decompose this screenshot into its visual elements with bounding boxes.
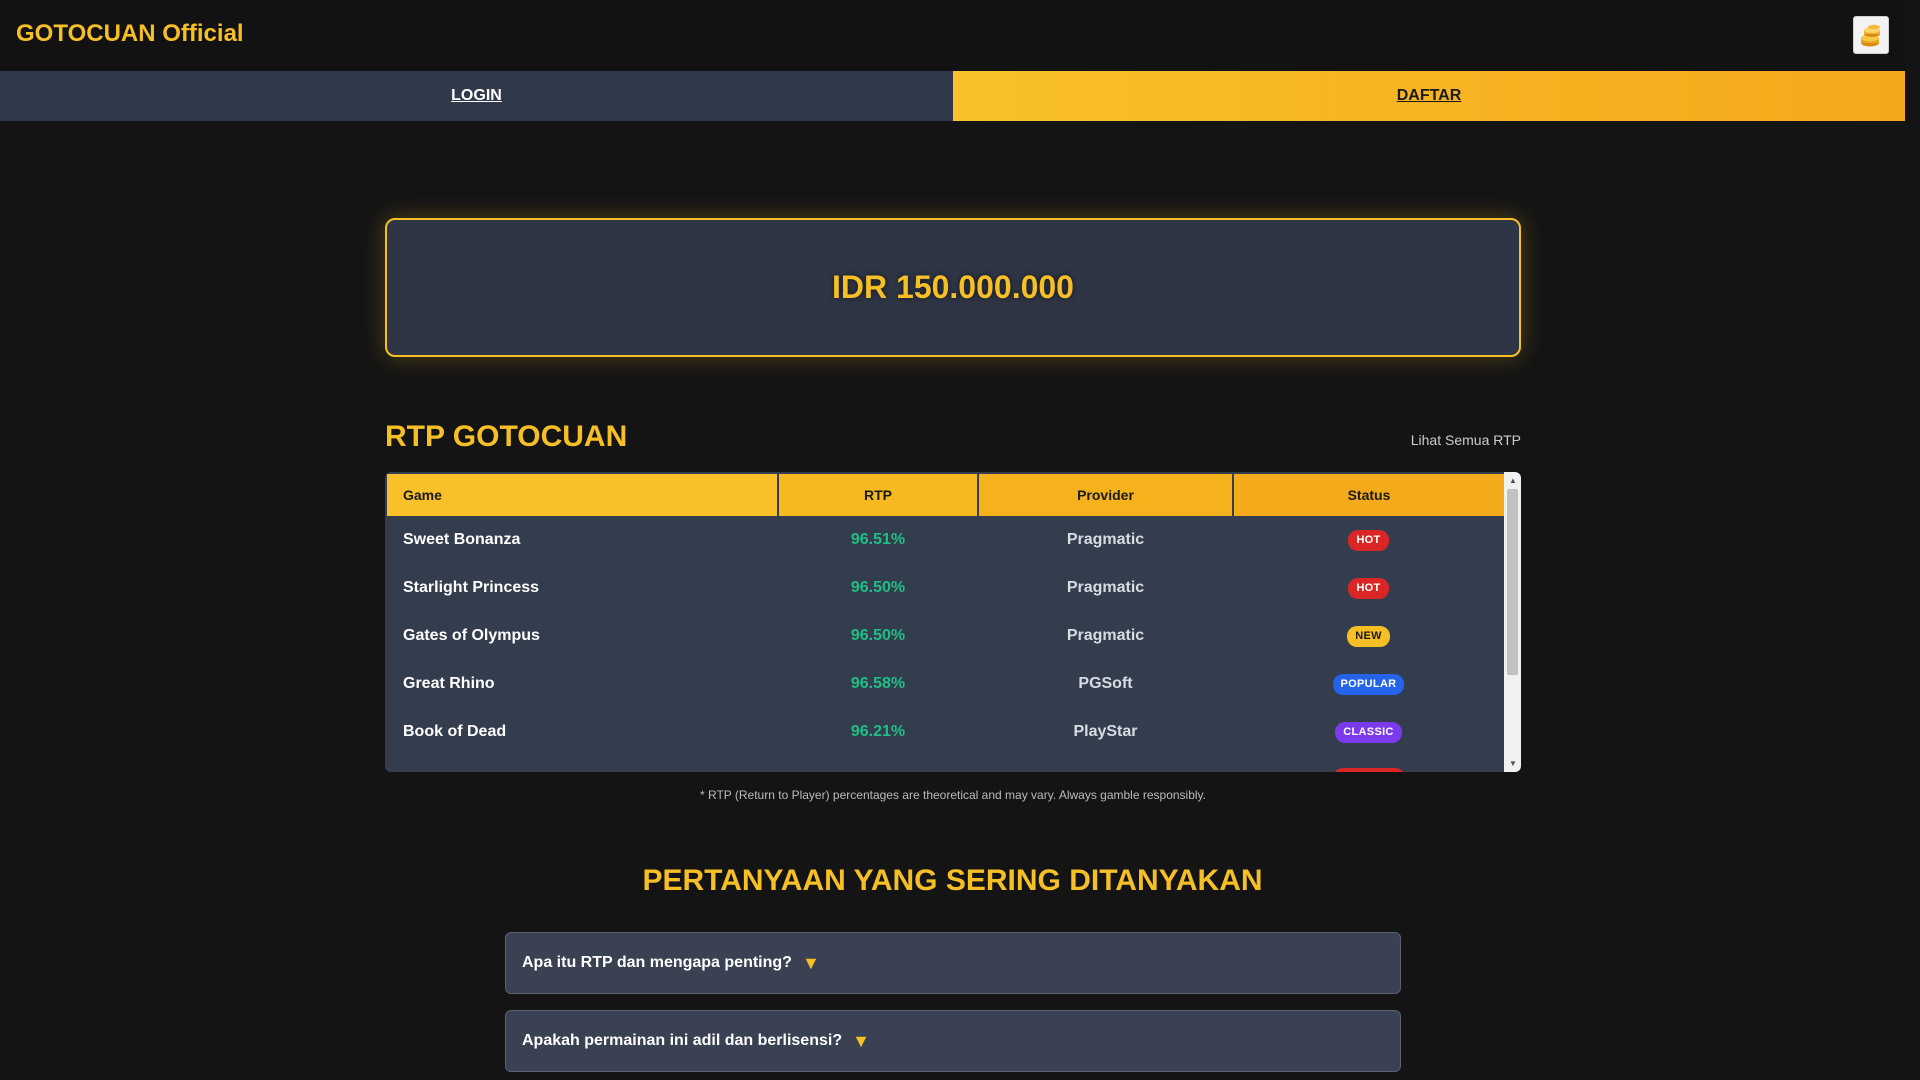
status-badge: HOT bbox=[1348, 577, 1389, 599]
scrollbar-thumb[interactable] bbox=[1507, 489, 1518, 675]
daftar-button[interactable]: DAFTAR bbox=[953, 71, 1905, 121]
brand-title[interactable]: GOTOCUAN Official bbox=[16, 20, 244, 48]
coin-stack-icon bbox=[1861, 24, 1880, 47]
table-row: Great Rhino 96.58% PGSoft POPULAR bbox=[387, 660, 1504, 708]
faq-title: PERTANYAAN YANG SERING DITANYAKAN bbox=[642, 864, 1263, 897]
page: GOTOCUAN Official LOGIN DAFTAR IDR 150.0… bbox=[0, 0, 1905, 1080]
game-name: Gates of Olympus bbox=[387, 612, 778, 660]
table-row: Sweet Bonanza 96.51% Pragmatic HOT bbox=[387, 516, 1504, 564]
jackpot-amount: IDR 150.000.000 bbox=[832, 269, 1074, 305]
column-rtp: RTP bbox=[778, 474, 979, 516]
provider-name-partial bbox=[978, 756, 1233, 772]
login-button[interactable]: LOGIN bbox=[0, 71, 953, 121]
status-badge-partial bbox=[1332, 767, 1405, 772]
rtp-table: Game RTP Provider Status Sweet Bonanza 9… bbox=[387, 474, 1504, 772]
top-bar: GOTOCUAN Official bbox=[0, 0, 1905, 71]
game-name: Sweet Bonanza bbox=[387, 516, 778, 564]
provider-name: Pragmatic bbox=[978, 564, 1233, 612]
provider-name: PlayStar bbox=[978, 708, 1233, 756]
caret-down-icon: ▼ bbox=[852, 1030, 870, 1051]
view-all-rtp-link[interactable]: Lihat Semua RTP bbox=[1411, 432, 1521, 448]
scroll-up-icon[interactable]: ▲ bbox=[1509, 476, 1517, 485]
game-name-partial bbox=[387, 756, 778, 772]
column-game: Game bbox=[387, 474, 779, 516]
provider-name: Pragmatic bbox=[978, 516, 1233, 564]
rtp-value-partial bbox=[778, 756, 978, 772]
table-row-partial bbox=[387, 756, 1504, 772]
rtp-value: 96.51% bbox=[778, 516, 978, 564]
status-badge: HOT bbox=[1348, 529, 1389, 551]
rtp-table-header: Game RTP Provider Status bbox=[387, 474, 1504, 516]
rtp-table-scroll: Game RTP Provider Status Sweet Bonanza 9… bbox=[387, 474, 1504, 772]
provider-name: PGSoft bbox=[978, 660, 1233, 708]
table-row: Book of Dead 96.21% PlayStar CLASSIC bbox=[387, 708, 1504, 756]
rtp-value: 96.50% bbox=[778, 612, 978, 660]
rtp-value: 96.58% bbox=[778, 660, 978, 708]
faq-item[interactable]: Apa itu RTP dan mengapa penting? ▼ bbox=[505, 932, 1401, 994]
coin-button[interactable] bbox=[1853, 16, 1889, 54]
table-row: Starlight Princess 96.50% Pragmatic HOT bbox=[387, 564, 1504, 612]
status-badge: NEW bbox=[1347, 625, 1390, 647]
scroll-down-icon[interactable]: ▼ bbox=[1509, 759, 1517, 768]
rtp-disclaimer: * RTP (Return to Player) percentages are… bbox=[699, 788, 1206, 802]
rtp-value: 96.21% bbox=[778, 708, 978, 756]
caret-down-icon: ▼ bbox=[801, 952, 820, 973]
table-scrollbar[interactable]: ▲ ▼ bbox=[1504, 472, 1521, 772]
jackpot-panel: IDR 150.000.000 bbox=[385, 218, 1521, 357]
faq-question: Apakah permainan ini adil dan berlisensi… bbox=[522, 1032, 843, 1049]
game-name: Book of Dead bbox=[387, 708, 778, 756]
rtp-title: RTP GOTOCUAN bbox=[385, 420, 628, 453]
faq-question: Apa itu RTP dan mengapa penting? bbox=[522, 954, 792, 971]
status-partial-cell bbox=[1233, 756, 1504, 772]
status-badge: POPULAR bbox=[1332, 673, 1405, 695]
provider-name: Pragmatic bbox=[978, 612, 1233, 660]
game-name: Great Rhino bbox=[387, 660, 778, 708]
faq-item[interactable]: Apakah permainan ini adil dan berlisensi… bbox=[505, 1010, 1401, 1072]
auth-bar: LOGIN DAFTAR bbox=[0, 71, 1905, 121]
column-provider: Provider bbox=[978, 474, 1234, 516]
rtp-table-container[interactable]: Game RTP Provider Status Sweet Bonanza 9… bbox=[385, 472, 1521, 772]
game-name: Starlight Princess bbox=[387, 564, 778, 612]
table-row: Gates of Olympus 96.50% Pragmatic NEW bbox=[387, 612, 1504, 660]
column-status: Status bbox=[1233, 474, 1504, 516]
rtp-value: 96.50% bbox=[778, 564, 978, 612]
status-badge: CLASSIC bbox=[1335, 721, 1402, 743]
